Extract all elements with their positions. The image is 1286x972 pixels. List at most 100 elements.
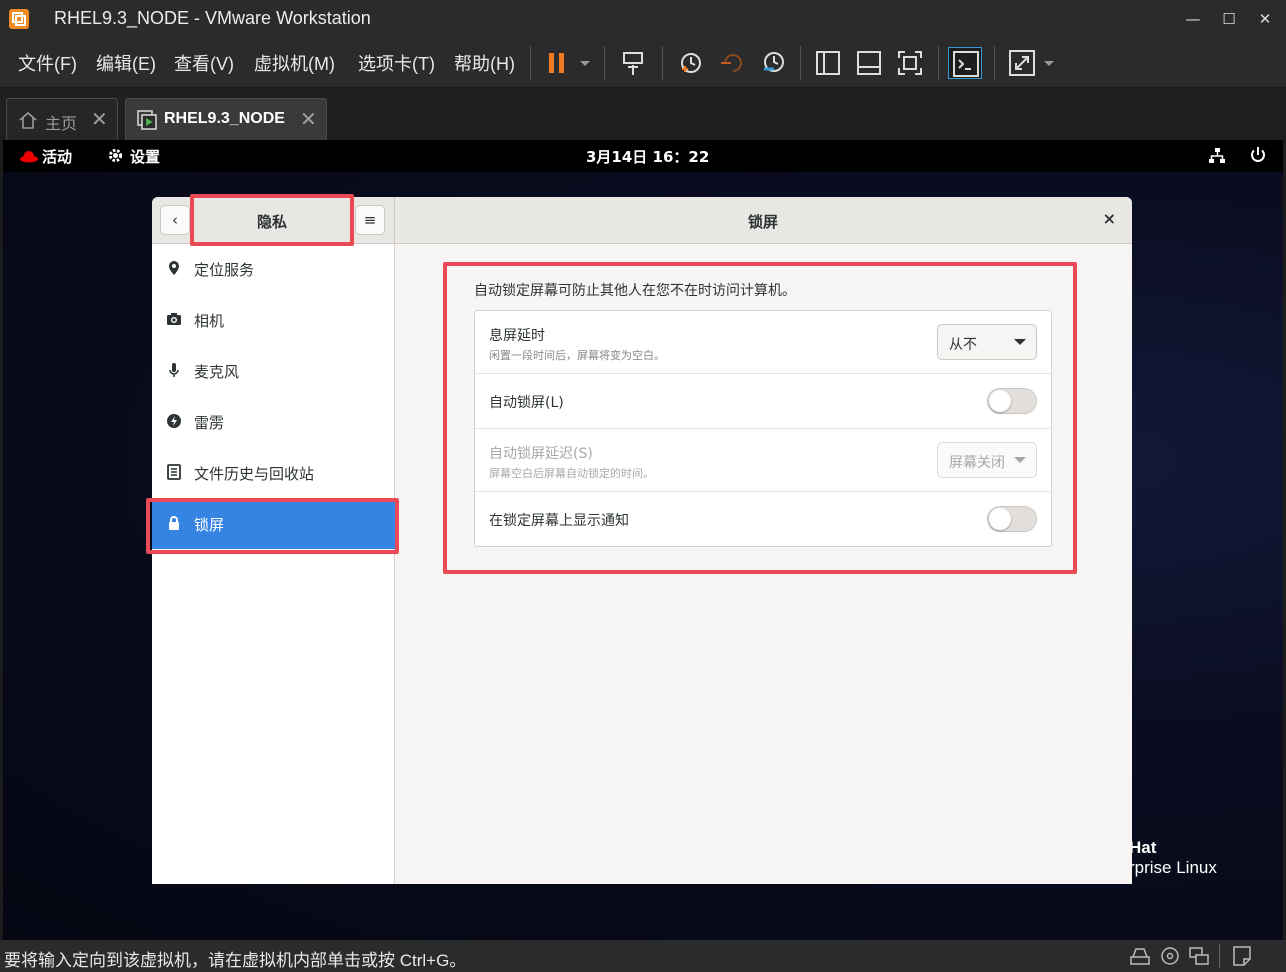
cd-rom-icon[interactable]	[1158, 945, 1182, 967]
vm-icon	[137, 110, 157, 130]
menu-tabs[interactable]: 选项卡(T)	[358, 50, 435, 76]
blank-delay-row: 息屏延时 闲置一段时间后，屏幕将变为空白。 从不	[475, 311, 1051, 374]
toolbar-separator	[604, 46, 605, 80]
lock-delay-title: 自动锁屏延迟(S)	[489, 446, 593, 462]
settings-app-menu[interactable]: 设置	[130, 146, 160, 167]
file-history-icon	[167, 464, 181, 480]
lock-delay-row: 自动锁屏延迟(S) 屏幕空白后屏幕自动锁定的时间。 屏幕关闭	[475, 429, 1051, 492]
pause-icon[interactable]	[542, 47, 576, 79]
home-icon	[19, 111, 37, 129]
close-dialog-button[interactable]: ×	[1103, 209, 1116, 228]
lock-icon	[169, 516, 179, 530]
blank-delay-dropdown[interactable]: 从不	[937, 324, 1037, 360]
location-icon	[169, 261, 179, 275]
clock[interactable]: 3月14日 16：22	[586, 146, 709, 167]
tab-vm-label: RHEL9.3_NODE	[164, 110, 285, 127]
snapshot-manager-icon[interactable]	[756, 47, 790, 79]
sidebar-item-location[interactable]: 定位服务	[152, 244, 395, 294]
network-icon[interactable]	[1208, 147, 1226, 165]
sidebar-item-microphone[interactable]: 麦克风	[152, 346, 395, 396]
pause-dropdown-icon[interactable]	[578, 47, 592, 79]
menu-view[interactable]: 查看(V)	[174, 50, 234, 76]
chevron-down-icon	[1014, 457, 1026, 463]
tab-bar: 主页 ✕ RHEL9.3_NODE ✕	[0, 88, 1286, 140]
blank-delay-subtitle: 闲置一段时间后，屏幕将变为空白。	[489, 349, 665, 362]
thunderbolt-icon	[167, 414, 181, 428]
tab-home[interactable]: 主页 ✕	[6, 98, 118, 140]
tab-vm-close-icon[interactable]: ✕	[300, 107, 317, 131]
settings-list: 息屏延时 闲置一段时间后，屏幕将变为空白。 从不 自动锁屏(L) 自动锁屏延迟(…	[474, 310, 1052, 547]
sidebar-item-camera[interactable]: 相机	[152, 295, 395, 345]
sidebar-item-label: 麦克风	[194, 363, 240, 381]
stretch-icon[interactable]	[1005, 47, 1039, 79]
sidebar-headerbar: ‹ 隐私 ≡	[152, 197, 395, 244]
notes-icon[interactable]	[1230, 945, 1254, 967]
send-keys-icon[interactable]	[616, 47, 650, 79]
status-separator	[1219, 944, 1220, 968]
blank-delay-title: 息屏延时	[489, 328, 545, 344]
panel-description: 自动锁定屏幕可防止其他人在您不在时访问计算机。	[474, 283, 796, 299]
sidebar-item-label: 定位服务	[194, 261, 255, 279]
sidebar-item-thunderbolt[interactable]: 雷雳	[152, 397, 395, 447]
show-notifications-switch[interactable]	[987, 506, 1037, 532]
window-title: RHEL9.3_NODE - VMware Workstation	[54, 8, 371, 28]
show-notifications-title: 在锁定屏幕上显示通知	[489, 513, 629, 529]
status-message: 要将输入定向到该虚拟机，请在虚拟机内部单击或按 Ctrl+G。	[4, 951, 467, 970]
gnome-top-bar: 活动 设置 3月14日 16：22	[3, 140, 1283, 172]
microphone-icon	[169, 363, 179, 377]
toolbar-separator	[938, 46, 939, 80]
hamburger-menu-button[interactable]: ≡	[355, 205, 385, 235]
lock-delay-subtitle: 屏幕空白后屏幕自动锁定的时间。	[489, 467, 654, 480]
privacy-sidebar: 定位服务 相机 麦克风 雷雳 文件历史与回收站 锁屏	[152, 244, 395, 884]
toolbar-separator	[994, 46, 995, 80]
menu-file[interactable]: 文件(F)	[18, 50, 77, 76]
blank-delay-value: 从不	[949, 337, 977, 353]
gear-icon	[108, 148, 123, 163]
maximize-button[interactable]: ☐	[1214, 6, 1244, 32]
toolbar-separator	[530, 46, 531, 80]
sidebar-item-label: 锁屏	[194, 516, 225, 534]
toolbar-separator	[662, 46, 663, 80]
minimize-button[interactable]: —	[1178, 6, 1208, 32]
page-title: 锁屏	[748, 213, 779, 231]
switch-knob	[989, 390, 1011, 412]
lock-delay-value: 屏幕关闭	[949, 455, 1005, 471]
tab-vm[interactable]: RHEL9.3_NODE ✕	[125, 98, 327, 140]
network-adapter-icon[interactable]	[1187, 945, 1211, 967]
menu-help[interactable]: 帮助(H)	[454, 50, 515, 76]
power-icon[interactable]	[1249, 146, 1267, 164]
tab-home-close-icon[interactable]: ✕	[91, 107, 108, 131]
auto-lock-switch[interactable]	[987, 388, 1037, 414]
switch-knob	[989, 508, 1011, 530]
close-window-button[interactable]: ✕	[1250, 6, 1280, 32]
chevron-down-icon	[1014, 339, 1026, 345]
vmware-logo-icon	[9, 9, 29, 29]
snapshot-icon[interactable]	[673, 47, 707, 79]
redhat-watermark-line2: rprise Linux	[1129, 858, 1217, 877]
back-button[interactable]: ‹	[160, 205, 190, 235]
tab-home-label: 主页	[45, 116, 78, 133]
screen-lock-panel: 自动锁定屏幕可防止其他人在您不在时访问计算机。 息屏延时 闲置一段时间后，屏幕将…	[395, 244, 1132, 884]
hard-disk-icon[interactable]	[1128, 945, 1152, 967]
console-icon[interactable]	[948, 47, 982, 79]
sidebar-item-label: 文件历史与回收站	[194, 465, 315, 483]
status-bar: 要将输入定向到该虚拟机，请在虚拟机内部单击或按 Ctrl+G。	[0, 940, 1286, 972]
sidebar-item-file-history[interactable]: 文件历史与回收站	[152, 448, 395, 498]
toolbar-separator	[800, 46, 801, 80]
stretch-dropdown-icon[interactable]	[1042, 47, 1056, 79]
sidebar-item-label: 雷雳	[194, 414, 225, 432]
sidebar-item-screen-lock[interactable]: 锁屏	[152, 499, 395, 549]
vm-screen[interactable]: 活动 设置 3月14日 16：22 Hat rprise Linux ‹ 隐私 …	[3, 140, 1283, 940]
redhat-icon	[20, 151, 38, 163]
thumbnail-view-icon[interactable]	[852, 47, 886, 79]
camera-icon	[167, 313, 181, 325]
auto-lock-title: 自动锁屏(L)	[489, 395, 564, 411]
menu-edit[interactable]: 编辑(E)	[96, 50, 156, 76]
library-view-icon[interactable]	[811, 47, 845, 79]
activities-button[interactable]: 活动	[42, 146, 72, 167]
settings-window: ‹ 隐私 ≡ 锁屏 × 定位服务 相机 麦克风 雷雳 文件历史与回收站 锁屏 自…	[152, 197, 1132, 884]
fullscreen-icon[interactable]	[893, 47, 927, 79]
redhat-watermark-line1: Hat	[1129, 838, 1157, 857]
revert-snapshot-icon[interactable]	[715, 47, 749, 79]
menu-vm[interactable]: 虚拟机(M)	[254, 50, 335, 76]
